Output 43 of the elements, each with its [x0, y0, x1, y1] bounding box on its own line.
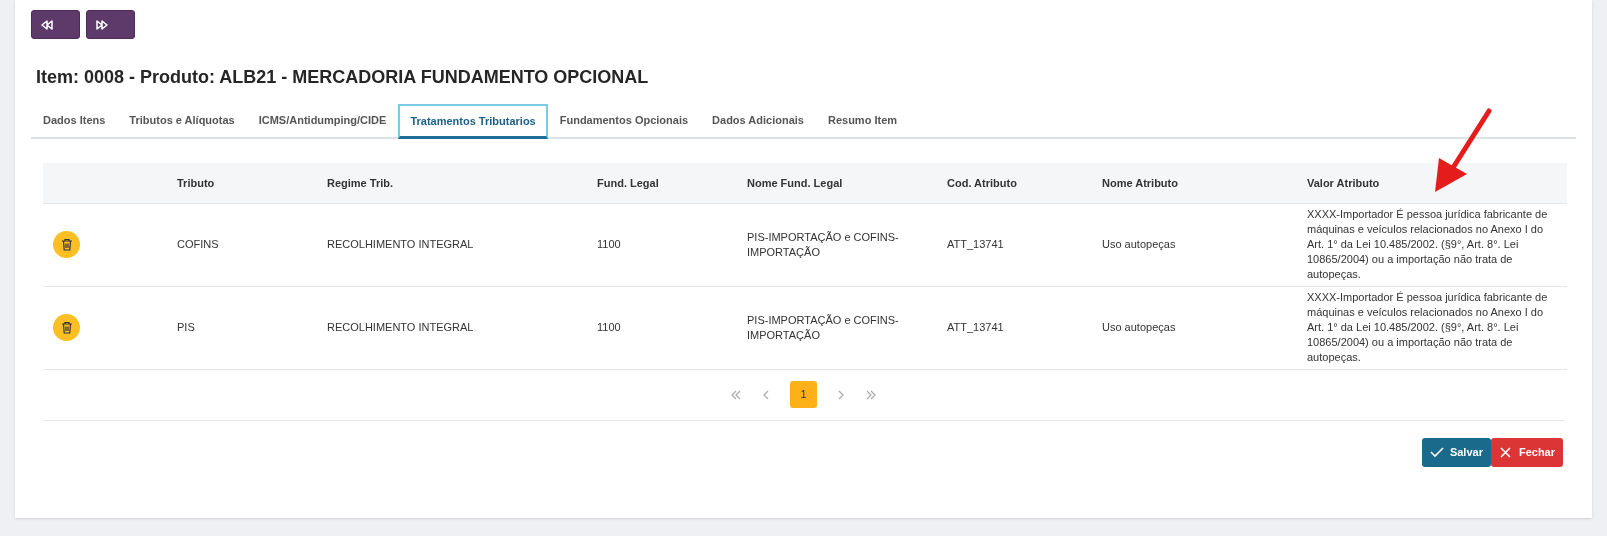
tab[interactable]: Fundamentos Opcionais [547, 104, 701, 137]
double-left-triangle-icon [40, 17, 54, 32]
table-cell: PIS [167, 286, 317, 369]
table-cell: 1100 [587, 203, 737, 286]
tab[interactable]: Tributos e Alíquotas [117, 104, 247, 137]
column-header: Cod. Atributo [937, 163, 1092, 203]
table-cell: XXXX-Importador É pessoa jurídica fabricante de máquinas e veículos relacionados no Anexo I do Art. 1° da Lei 10.485/2002. (§9°, Art. 8°. Lei 10865/2004) ou a importação não trata de autopeças. [1297, 203, 1567, 286]
table-cell: COFINS [167, 203, 317, 286]
trash-icon [60, 321, 73, 334]
next-button[interactable] [86, 10, 135, 39]
column-header: Fund. Legal [587, 163, 737, 203]
close-icon [1498, 445, 1513, 459]
delete-button[interactable] [53, 231, 80, 258]
column-header: Regime Trib. [317, 163, 587, 203]
tab[interactable]: Dados Adicionais [700, 104, 816, 137]
table-cell: RECOLHIMENTO INTEGRAL [317, 286, 587, 369]
close-button[interactable]: Fechar [1490, 437, 1563, 467]
column-header: Nome Atributo [1092, 163, 1297, 203]
delete-button[interactable] [53, 314, 80, 341]
save-button[interactable]: Salvar [1421, 437, 1491, 467]
table-cell: PIS-IMPORTAÇÃO e COFINS-IMPORTAÇÃO [737, 286, 937, 369]
double-right-triangle-icon [95, 17, 109, 32]
tab[interactable]: Dados Itens [31, 104, 118, 137]
table-cell: Uso autopeças [1092, 203, 1297, 286]
previous-button[interactable] [31, 10, 80, 39]
arrow-icon [1433, 108, 1495, 194]
tab[interactable]: ICMS/Antidumping/CIDE [246, 104, 399, 137]
table-cell: RECOLHIMENTO INTEGRAL [317, 203, 587, 286]
table-cell: 1100 [587, 286, 737, 369]
table-cell: Uso autopeças [1092, 286, 1297, 369]
column-header: Tributo [167, 163, 317, 203]
page-button[interactable]: 1 [790, 381, 817, 408]
table-cell: PIS-IMPORTAÇÃO e COFINS-IMPORTAÇÃO [737, 203, 937, 286]
column-header: Nome Fund. Legal [737, 163, 937, 203]
table-cell: XXXX-Importador É pessoa jurídica fabricante de máquinas e veículos relacionados no Anexo I do Art. 1° da Lei 10.485/2002. (§9°, Art. 8°. Lei 10865/2004) ou a importação não trata de autopeças. [1297, 286, 1567, 369]
tab[interactable]: Resumo Item [815, 104, 910, 137]
column-header: Valor Atributo [1297, 163, 1567, 203]
table-cell: ATT_13741 [937, 203, 1092, 286]
tab[interactable]: Tratamentos Tributarios [398, 104, 548, 139]
table-cell: ATT_13741 [937, 286, 1092, 369]
check-icon [1429, 445, 1444, 459]
trash-icon [60, 238, 73, 251]
item-title: Item: 0008 - Produto: ALB21 - MERCADORIA FUNDAMENTO OPCIONAL [36, 66, 650, 89]
